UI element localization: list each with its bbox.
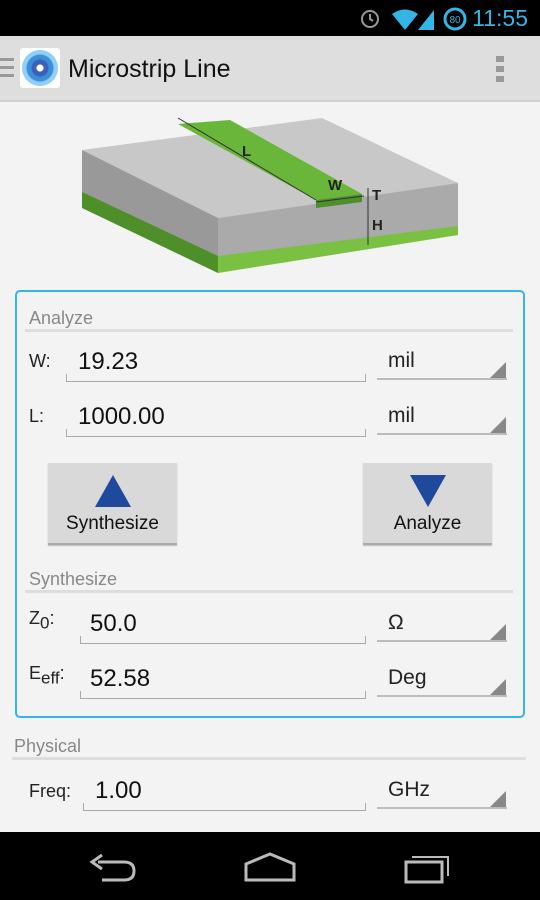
dropdown-arrow-icon	[490, 791, 506, 807]
w-unit-spinner[interactable]: mil	[377, 344, 507, 382]
z0-unit-spinner[interactable]: Ω	[377, 606, 507, 644]
label-l: L	[242, 143, 251, 160]
eeff-input[interactable]: 52.58	[80, 661, 366, 699]
w-value: 19.23	[78, 348, 139, 375]
action-bar: Microstrip Line	[0, 36, 540, 102]
page-title: Microstrip Line	[68, 55, 231, 83]
dropdown-arrow-icon	[490, 362, 506, 378]
navigation-bar	[0, 832, 540, 900]
l-value: 1000.00	[78, 403, 165, 430]
drawer-icon[interactable]	[0, 58, 14, 78]
analyze-button[interactable]: Analyze	[363, 463, 492, 545]
svg-text:80: 80	[449, 15, 461, 26]
battery-icon: 80	[443, 7, 467, 31]
l-label: L:	[29, 406, 45, 426]
arrow-down-icon	[410, 475, 446, 507]
freq-input[interactable]: 1.00	[83, 773, 366, 811]
alarm-icon	[361, 10, 379, 28]
label-t: T	[372, 187, 381, 204]
analyze-header: Analyze	[29, 308, 94, 328]
eeff-unit-spinner[interactable]: Deg	[377, 661, 507, 699]
dropdown-arrow-icon	[490, 417, 506, 433]
recent-apps-icon[interactable]	[404, 852, 454, 884]
back-icon[interactable]	[88, 854, 138, 884]
eeff-unit: Deg	[388, 666, 427, 689]
microstrip-diagram: L W T H	[82, 117, 458, 273]
signal-icon	[418, 10, 434, 30]
status-icons: 80	[361, 7, 467, 31]
dropdown-arrow-icon	[490, 624, 506, 640]
label-h: H	[372, 217, 383, 234]
z0-value: 50.0	[90, 610, 137, 637]
freq-unit: GHz	[388, 778, 430, 801]
w-label: W:	[29, 351, 51, 371]
z0-unit: Ω	[388, 611, 404, 634]
eeff-value: 52.58	[90, 665, 151, 692]
divider	[25, 329, 513, 332]
app-icon[interactable]	[20, 48, 60, 88]
synthesize-header: Synthesize	[29, 569, 118, 589]
analyze-label: Analyze	[393, 513, 462, 534]
wifi-icon	[392, 9, 418, 30]
freq-unit-spinner[interactable]: GHz	[377, 773, 507, 811]
synthesize-button[interactable]: Synthesize	[48, 463, 177, 545]
w-input[interactable]: 19.23	[66, 344, 366, 382]
z0-label: Z0:	[29, 608, 55, 633]
overflow-menu-icon[interactable]	[496, 56, 504, 82]
dropdown-arrow-icon	[490, 679, 506, 695]
l-unit: mil	[388, 404, 415, 427]
divider	[12, 757, 526, 760]
z0-input[interactable]: 50.0	[80, 606, 366, 644]
freq-value: 1.00	[95, 777, 142, 804]
label-w: W	[328, 177, 343, 194]
l-input[interactable]: 1000.00	[66, 399, 366, 437]
clock: 11:55	[472, 5, 528, 31]
home-icon[interactable]	[243, 852, 297, 884]
w-unit: mil	[388, 349, 415, 372]
synthesize-label: Synthesize	[66, 513, 159, 534]
freq-label: Freq:	[29, 781, 72, 801]
divider	[25, 590, 513, 593]
status-bar: 80 11:55	[0, 0, 540, 36]
arrow-up-icon	[95, 475, 131, 507]
physical-header: Physical	[14, 736, 82, 756]
l-unit-spinner[interactable]: mil	[377, 399, 507, 437]
eeff-label: Eeff:	[29, 663, 65, 688]
